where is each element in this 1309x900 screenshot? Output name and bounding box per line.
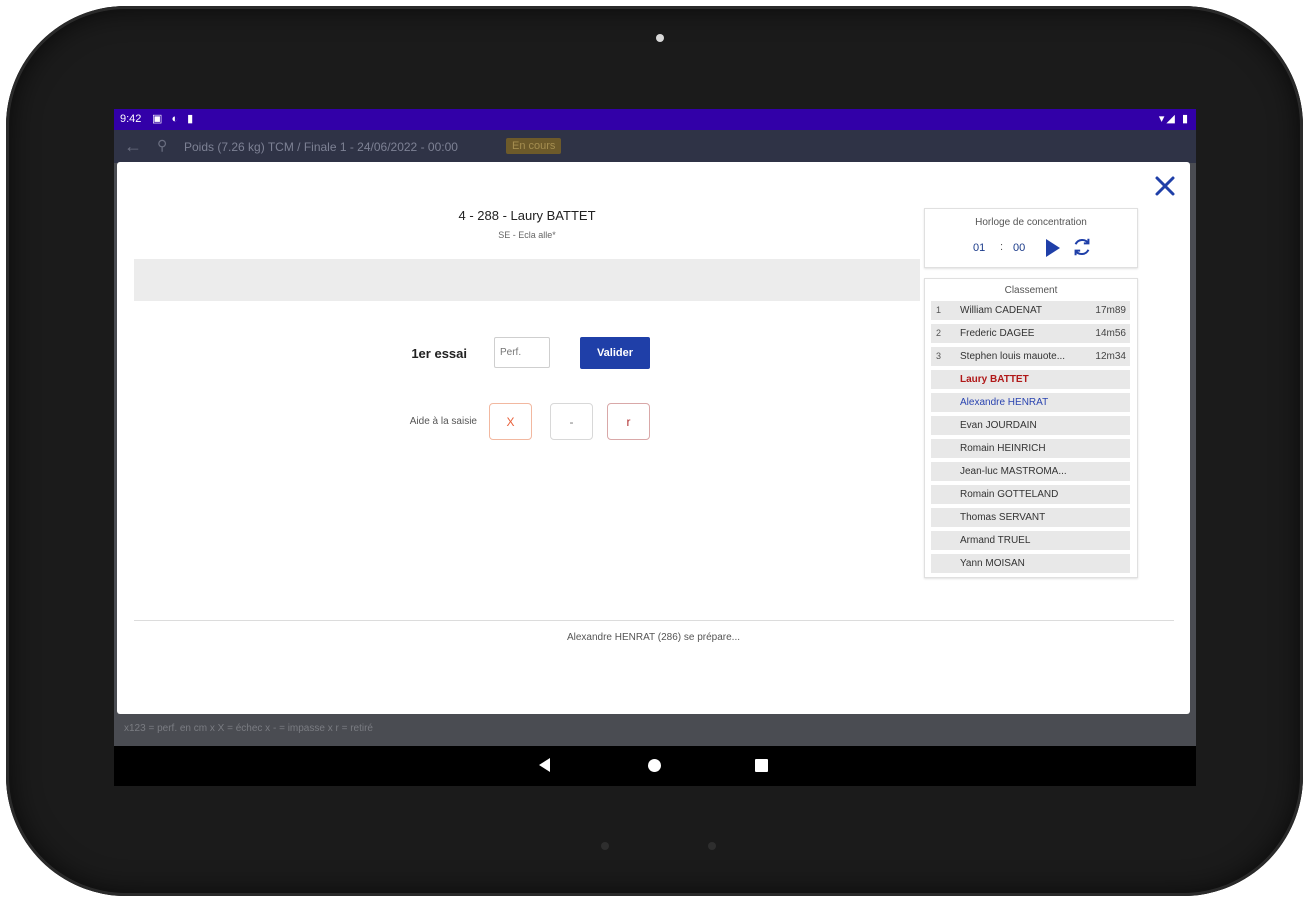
refresh-icon[interactable] [1071, 236, 1093, 258]
rank-performance: 12m34 [1095, 351, 1126, 362]
athlete-subtitle: SE - Ecla alle* [498, 230, 556, 240]
front-camera [656, 34, 664, 42]
event-title: Poids (7.26 kg) TCM / Finale 1 - 24/06/2… [184, 140, 458, 154]
ranking-panel: Classement 1 William CADENAT 17m89 2 Fre… [924, 278, 1138, 578]
clock-separator: : [1000, 241, 1004, 253]
close-icon[interactable] [1153, 174, 1177, 198]
ranking-row[interactable]: 1 William CADENAT 17m89 [931, 301, 1130, 320]
status-badge: En cours [506, 138, 562, 154]
rank-athlete-name: Armand TRUEL [960, 535, 1031, 546]
back-arrow-icon[interactable]: ← [124, 136, 142, 157]
ranking-row[interactable]: 2 Frederic DAGEE 14m56 [931, 324, 1130, 343]
performance-input[interactable] [494, 337, 550, 368]
ranking-row-current[interactable]: Laury BATTET [931, 370, 1130, 389]
play-icon[interactable] [1045, 238, 1061, 258]
rank-position: 2 [936, 328, 942, 338]
status-time: 9:42 [120, 113, 142, 125]
rank-athlete-name: Frederic DAGEE [960, 328, 1035, 339]
rank-athlete-name: Romain GOTTELAND [960, 489, 1059, 500]
rank-athlete-name: Evan JOURDAIN [960, 420, 1037, 431]
help-pass-button[interactable]: - [550, 403, 593, 440]
rank-athlete-name: Thomas SERVANT [960, 512, 1046, 523]
nav-back-icon[interactable] [539, 758, 550, 772]
validate-button[interactable]: Valider [580, 337, 650, 369]
rank-athlete-name: Romain HEINRICH [960, 443, 1046, 454]
ranking-row[interactable]: Yann MOISAN [931, 554, 1130, 573]
ranking-row[interactable]: 3 Stephen louis mauote... 12m34 [931, 347, 1130, 366]
next-athlete-message: Alexandre HENRAT (286) se prépare... [566, 632, 741, 643]
athlete-run-icon: ⚲ [157, 137, 168, 153]
android-status-bar: 9:42 ▣ ◐ ▮ ▾◢ ▮ [114, 109, 1196, 130]
clock-minutes: 01 [973, 242, 986, 254]
ranking-row[interactable]: Jean-luc MASTROMA... [931, 462, 1130, 481]
rank-performance: 17m89 [1095, 305, 1126, 316]
athlete-title: 4 - 288 - Laury BATTET [458, 208, 596, 223]
rank-athlete-name: Yann MOISAN [960, 558, 1025, 569]
rank-performance: 14m56 [1095, 328, 1126, 339]
notification-icons: ▣ ◐ ▮ [152, 113, 197, 125]
rank-position: 1 [936, 305, 942, 315]
android-nav-bar [114, 746, 1196, 786]
wifi-battery-icons: ▾◢ ▮ [1158, 113, 1190, 125]
rank-athlete-name: Jean-luc MASTROMA... [960, 466, 1067, 477]
attempts-history-band [134, 259, 920, 301]
input-help-label: Aide à la saisie [409, 416, 477, 427]
nav-home-icon[interactable] [648, 759, 661, 772]
device-screen: 9:42 ▣ ◐ ▮ ▾◢ ▮ ← ⚲ Poids (7.26 kg) TCM … [114, 109, 1196, 786]
rank-position: 3 [936, 351, 942, 361]
attempt-label: 1er essai [411, 346, 467, 361]
tablet-sensor [708, 842, 716, 850]
ranking-title: Classement [1004, 285, 1058, 296]
clock-seconds: 00 [1013, 242, 1026, 254]
ranking-row[interactable]: Romain HEINRICH [931, 439, 1130, 458]
attempt-dialog: 4 - 288 - Laury BATTET SE - Ecla alle* 1… [117, 162, 1190, 714]
nav-recents-icon[interactable] [755, 759, 768, 772]
input-help-hint: x123 = perf. en cm x X = échec x - = imp… [124, 723, 373, 734]
ranking-row-next[interactable]: Alexandre HENRAT [931, 393, 1130, 412]
rank-athlete-name: William CADENAT [960, 305, 1043, 316]
clock-title: Horloge de concentration [975, 217, 1087, 228]
help-fail-button[interactable]: X [489, 403, 532, 440]
ranking-row[interactable]: Evan JOURDAIN [931, 416, 1130, 435]
app-bar: ← ⚲ Poids (7.26 kg) TCM / Finale 1 - 24/… [114, 130, 1196, 163]
ranking-row[interactable]: Armand TRUEL [931, 531, 1130, 550]
ranking-row[interactable]: Romain GOTTELAND [931, 485, 1130, 504]
footer-divider [134, 620, 1174, 621]
rank-athlete-name: Alexandre HENRAT [960, 397, 1049, 408]
ranking-row[interactable]: Thomas SERVANT [931, 508, 1130, 527]
concentration-clock: Horloge de concentration 01 : 00 [924, 208, 1138, 268]
tablet-sensor [601, 842, 609, 850]
rank-athlete-name: Stephen louis mauote... [960, 351, 1066, 362]
rank-athlete-name: Laury BATTET [960, 374, 1029, 385]
help-retired-button[interactable]: r [607, 403, 650, 440]
